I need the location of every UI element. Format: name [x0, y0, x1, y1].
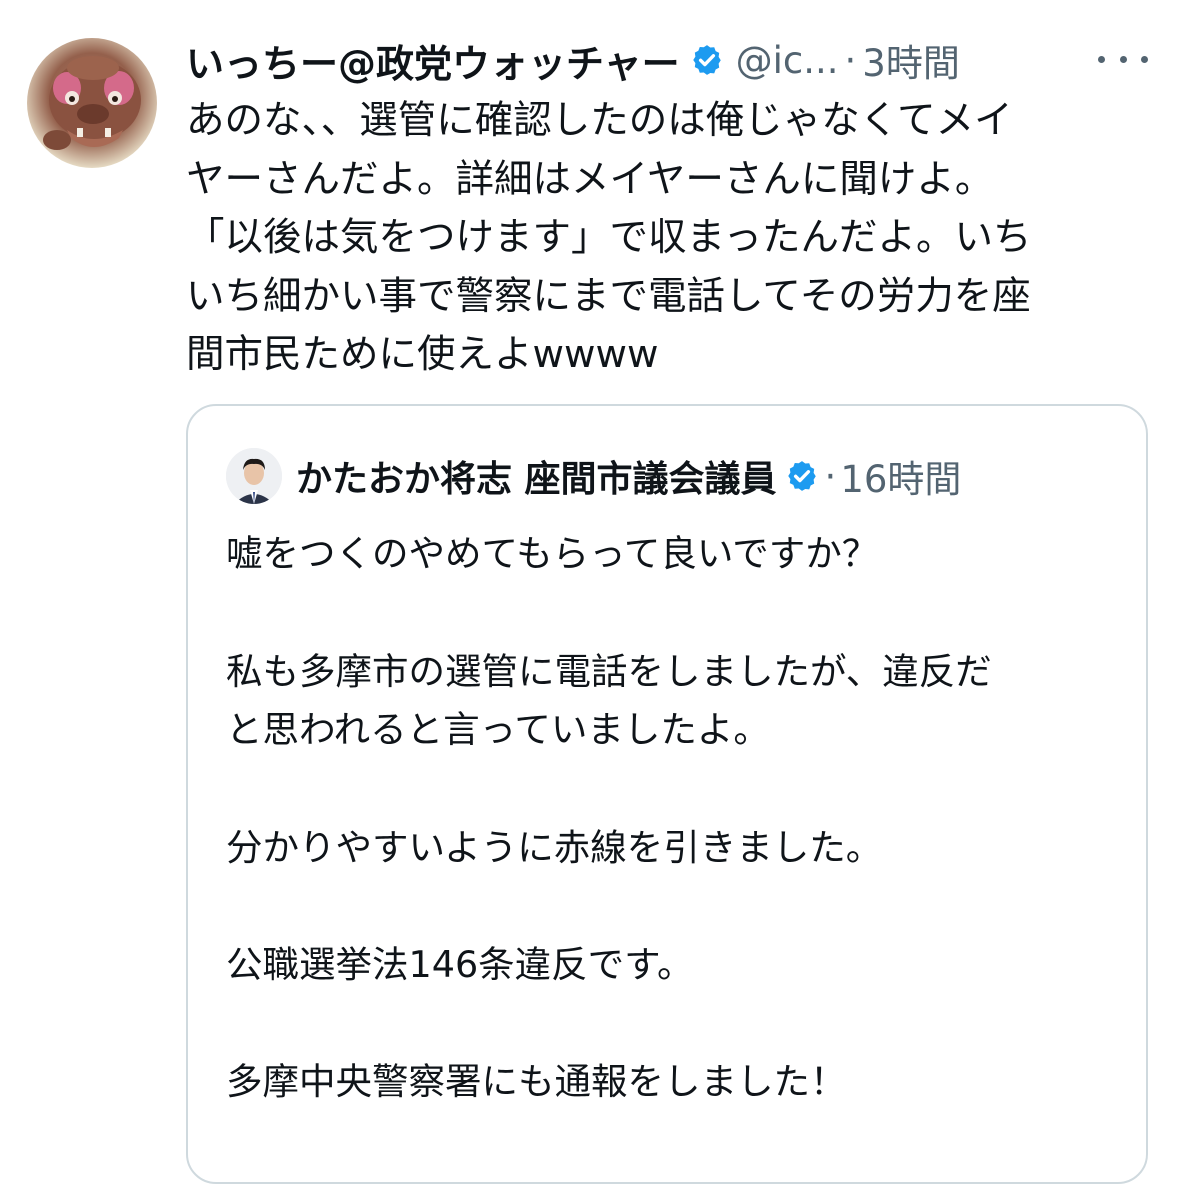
tweet-text-line: ヤーさんだよ。詳細はメイヤーさんに聞けよ。	[186, 156, 994, 202]
tweet-timestamp[interactable]: 3時間	[862, 33, 960, 87]
quoted-tweet-header: かたおか将志 座間市議会議員 · 16時間	[226, 446, 961, 506]
quoted-text-line: と思われると言っていましたよ。	[226, 708, 770, 751]
verified-badge-icon	[787, 461, 816, 491]
quoted-text-line: 分かりやすいように赤線を引きました。	[226, 826, 883, 869]
quoted-author-avatar[interactable]	[226, 448, 282, 504]
quoted-tweet-timestamp[interactable]: 16時間	[840, 449, 961, 503]
tweet-text: あのな、、選管に確認したのは俺じゃなくてメイ ヤーさんだよ。詳細はメイヤーさんに…	[186, 92, 1121, 385]
quoted-tweet-card[interactable]: かたおか将志 座間市議会議員 · 16時間 嘘をつくのやめてもらって良いですか？…	[186, 404, 1148, 1184]
quoted-author-name[interactable]: かたおか将志 座間市議会議員	[296, 450, 777, 502]
separator-dot: ·	[824, 454, 837, 498]
author-avatar[interactable]	[27, 38, 157, 168]
verified-badge-icon	[692, 45, 721, 75]
quoted-text-line: 私も多摩市の選管に電話をしましたが、違反だ	[226, 650, 992, 693]
quoted-text-line: 公職選挙法146条違反です。	[226, 943, 694, 986]
tweet-header: いっちー@政党ウォッチャー @ic... · 3時間	[186, 33, 1146, 87]
author-handle[interactable]: @ic...	[736, 39, 839, 82]
quoted-text-line: 嘘をつくのやめてもらって良いですか？	[226, 532, 879, 575]
tweet-text-line: 間市民ために使えよwwww	[186, 332, 659, 377]
more-options-icon[interactable]	[1098, 44, 1148, 74]
quoted-text-line: 多摩中央警察署にも通報をしました！	[226, 1060, 847, 1103]
tweet-text-line: あのな、、選管に確認したのは俺じゃなくてメイ	[186, 98, 1013, 143]
separator-dot: ·	[844, 38, 857, 82]
author-name[interactable]: いっちー@政党ウォッチャー	[186, 33, 680, 88]
tweet-text-line: 「以後は気をつけます」で収まったんだよ。いち	[186, 215, 1032, 260]
tweet-text-line: いち細かい事で警察にまで電話してその労力を座	[186, 273, 1031, 319]
